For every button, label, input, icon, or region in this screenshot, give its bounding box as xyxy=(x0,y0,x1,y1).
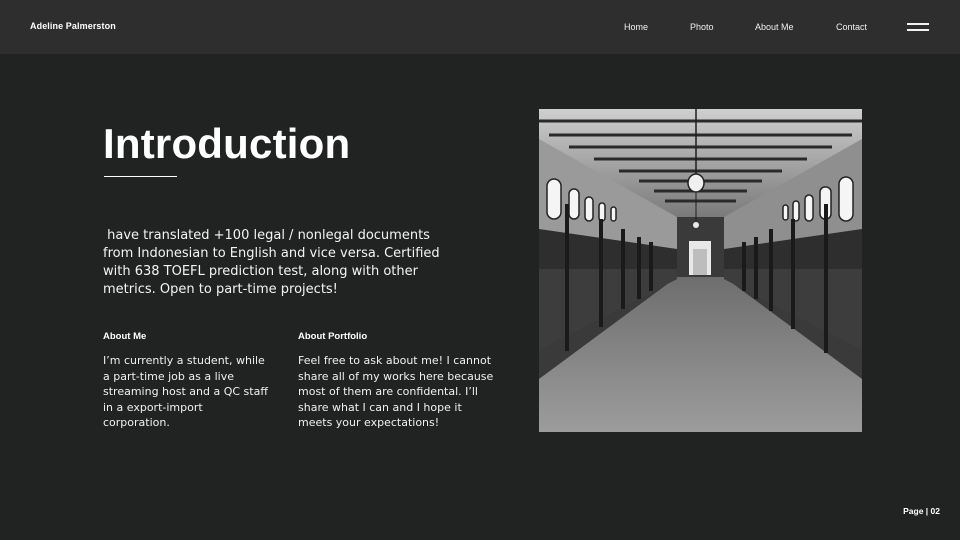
menu-line xyxy=(907,23,929,25)
stable-corridor-illustration xyxy=(539,109,862,432)
about-me-heading: About Me xyxy=(103,331,147,342)
intro-paragraph: have translated +100 legal / nonlegal do… xyxy=(103,228,444,297)
hamburger-menu-icon[interactable] xyxy=(907,23,929,31)
about-portfolio-heading: About Portfolio xyxy=(298,331,368,342)
page-title: Introduction xyxy=(103,120,351,167)
about-me-text: I’m currently a student, while a part-ti… xyxy=(103,354,268,429)
nav-photo-link[interactable]: Photo xyxy=(690,22,714,32)
nav-contact-link[interactable]: Contact xyxy=(836,22,867,32)
nav-about-me-link[interactable]: About Me xyxy=(755,22,794,32)
stable-corridor-photo xyxy=(539,109,862,432)
page-number: Page | 02 xyxy=(903,506,940,516)
nav-home-link[interactable]: Home xyxy=(624,22,648,32)
brand-name[interactable]: Adeline Palmerston xyxy=(30,21,116,31)
about-portfolio-text: Feel free to ask about me! I cannot shar… xyxy=(298,354,494,429)
title-underline xyxy=(104,176,177,177)
top-navigation-bar: Adeline Palmerston Home Photo About Me C… xyxy=(0,0,960,54)
menu-line xyxy=(907,29,929,31)
